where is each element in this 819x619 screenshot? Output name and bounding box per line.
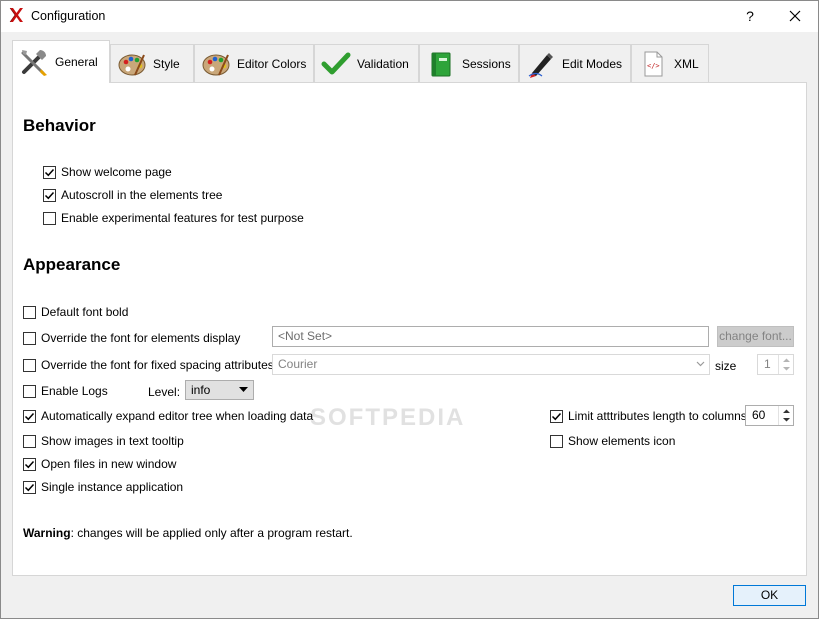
override-fixed-font-label: Override the font for fixed spacing attr… [41,358,274,372]
show-images-option[interactable]: Show images in text tooltip [23,433,184,449]
green-book-icon [431,52,451,76]
tab-validation-label: Validation [357,56,409,71]
tab-xml-label: XML [674,56,699,71]
tab-xml[interactable]: </> XML [631,44,709,82]
default-font-bold-option[interactable]: Default font bold [23,304,128,320]
show-welcome-page-label: Show welcome page [61,165,172,179]
open-new-window-option[interactable]: Open files in new window [23,456,176,472]
autoscroll-option[interactable]: Autoscroll in the elements tree [43,187,222,203]
window-title: Configuration [31,9,106,23]
show-elements-icon-option[interactable]: Show elements icon [550,433,675,449]
show-images-label: Show images in text tooltip [41,434,184,448]
fixed-font-value: Courier [278,357,318,371]
show-elements-icon-label: Show elements icon [568,434,676,448]
open-new-window-checkbox[interactable] [23,457,36,471]
column-limit-spinbox[interactable]: 60 [745,405,794,426]
size-label: size [715,359,737,373]
show-images-checkbox[interactable] [23,434,36,448]
tab-edit-modes-label: Edit Modes [562,56,623,71]
override-elements-font-label: Override the font for elements display [41,331,241,345]
default-font-bold-label: Default font bold [41,305,129,319]
autoscroll-label: Autoscroll in the elements tree [61,188,223,202]
tab-style-label: Style [153,56,180,71]
fixed-font-select[interactable]: Courier [272,354,710,375]
show-welcome-page-option[interactable]: Show welcome page [43,164,172,180]
tools-icon [21,50,47,76]
elements-font-field[interactable]: <Not Set> [272,326,709,347]
tab-general[interactable]: General [12,40,110,83]
single-instance-option[interactable]: Single instance application [23,479,183,495]
chevron-down-icon [696,361,705,367]
column-limit-stepper[interactable] [778,406,793,425]
svg-text:</>: </> [647,62,660,70]
auto-expand-checkbox[interactable] [23,409,36,423]
app-logo-icon [9,7,23,23]
tab-editor-colors-label: Editor Colors [237,56,307,71]
experimental-features-option[interactable]: Enable experimental features for test pu… [43,210,304,226]
enable-logs-option[interactable]: Enable Logs [23,383,108,399]
tab-validation[interactable]: Validation [314,44,419,82]
checkmark-icon [321,52,351,74]
dropdown-arrow-icon [239,387,248,392]
log-level-label: Level: [148,385,181,399]
enable-logs-label: Enable Logs [41,384,108,398]
default-font-bold-checkbox[interactable] [23,305,36,319]
column-limit-value: 60 [752,408,766,422]
tab-edit-modes[interactable]: Edit Modes [519,44,631,82]
warning-label: Warning [23,526,71,540]
tab-editor-colors[interactable]: Editor Colors [194,44,314,82]
open-new-window-label: Open files in new window [41,457,177,471]
change-font-button[interactable]: change font... [717,326,794,347]
auto-expand-label: Automatically expand editor tree when lo… [41,409,314,423]
limit-attributes-checkbox[interactable] [550,409,563,423]
pen-icon [528,52,553,78]
palette-icon [118,54,146,75]
auto-expand-option[interactable]: Automatically expand editor tree when lo… [23,408,313,424]
limit-attributes-option[interactable]: Limit atttributes length to columns: [550,408,750,424]
override-fixed-font-checkbox[interactable] [23,358,36,372]
single-instance-label: Single instance application [41,480,184,494]
behavior-heading: Behavior [23,116,96,135]
font-size-stepper[interactable] [778,355,793,374]
appearance-heading: Appearance [23,255,121,274]
log-level-value: info [191,383,211,397]
tab-style[interactable]: Style [110,44,194,82]
show-elements-icon-checkbox[interactable] [550,434,563,448]
general-settings-panel: Behavior Show welcome page Autoscroll in… [12,82,807,576]
experimental-features-checkbox[interactable] [43,211,56,225]
help-button[interactable]: ? [738,6,762,26]
stepper-arrows-icon [783,409,790,422]
experimental-features-label: Enable experimental features for test pu… [61,211,304,225]
autoscroll-checkbox[interactable] [43,188,56,202]
tab-sessions[interactable]: Sessions [419,44,519,82]
single-instance-checkbox[interactable] [23,480,36,494]
override-fixed-font-option[interactable]: Override the font for fixed spacing attr… [23,357,274,373]
stepper-arrows-icon [783,358,790,371]
log-level-select[interactable]: info [185,380,254,400]
override-elements-font-checkbox[interactable] [23,331,36,345]
tab-general-label: General [55,55,98,69]
warning-text: : changes will be applied only after a p… [70,526,353,540]
show-welcome-page-checkbox[interactable] [43,165,56,179]
override-elements-font-option[interactable]: Override the font for elements display [23,330,240,346]
enable-logs-checkbox[interactable] [23,384,36,398]
palette-icon [202,54,230,75]
ok-button[interactable]: OK [733,585,806,606]
close-button[interactable] [780,5,810,27]
title-bar: Configuration ? [0,0,819,32]
font-size-spinbox[interactable]: 1 [757,354,794,375]
font-size-value: 1 [764,357,771,371]
tab-sessions-label: Sessions [462,56,511,71]
restart-warning: Warning: changes will be applied only af… [23,526,353,540]
limit-attributes-label: Limit atttributes length to columns: [568,409,751,423]
close-icon [789,10,801,22]
xml-file-icon: </> [644,51,663,76]
